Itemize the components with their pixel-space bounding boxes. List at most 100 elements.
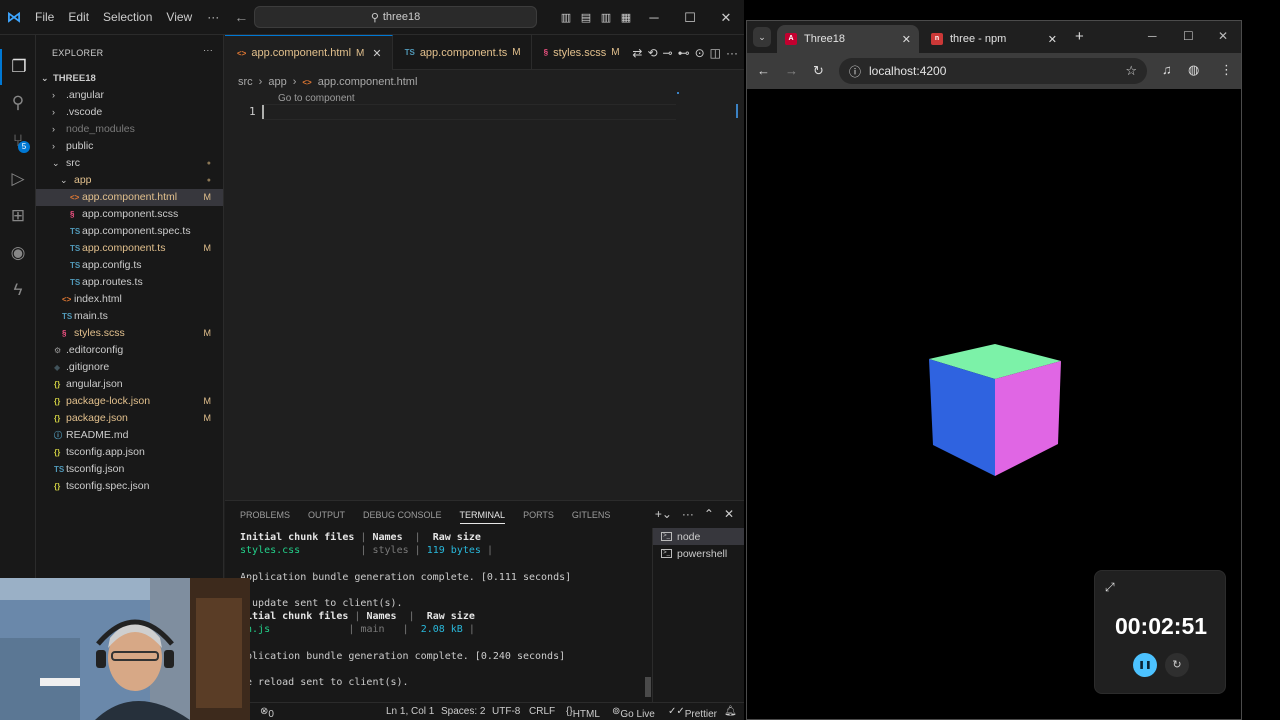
tree-item[interactable]: § styles.scss M <box>36 325 223 342</box>
terminal-session-powershell[interactable]: >_ powershell <box>653 545 744 562</box>
compare-icon[interactable]: ⇄ <box>632 46 642 60</box>
menu-file[interactable]: File <box>28 0 61 35</box>
tree-item[interactable]: ◆ .gitignore <box>36 359 223 376</box>
tree-item[interactable]: TS app.component.spec.ts <box>36 223 223 240</box>
tab-problems[interactable]: PROBLEMS <box>240 510 290 520</box>
media-controls-icon[interactable]: ♫ <box>1162 62 1172 77</box>
minimize-icon[interactable]: ─ <box>1148 29 1157 43</box>
close-window-icon[interactable]: ✕ <box>708 10 744 26</box>
git-prev-icon[interactable]: ⟲ <box>647 46 657 60</box>
tree-item[interactable]: {} package-lock.json M <box>36 393 223 410</box>
gitlens-icon[interactable]: ◉ <box>0 235 36 271</box>
encoding[interactable]: UTF-8 <box>492 706 520 717</box>
minimize-icon[interactable]: ─ <box>636 10 672 25</box>
language-mode[interactable]: {} HTML <box>566 706 600 720</box>
indentation[interactable]: Spaces: 2 <box>441 706 485 717</box>
explorer-icon[interactable]: ❐ <box>0 49 36 85</box>
tab-app-component-html[interactable]: <> app.component.html M ✕ <box>225 35 393 70</box>
tree-item[interactable]: <> app.component.html M <box>36 189 223 206</box>
close-window-icon[interactable]: ✕ <box>1218 29 1228 43</box>
terminal-session-node[interactable]: >_ node <box>653 528 744 545</box>
source-control-icon[interactable]: ⑂ 5 <box>0 123 36 159</box>
breadcrumb-file[interactable]: app.component.html <box>318 76 418 88</box>
new-terminal-icon[interactable]: +⌄ <box>655 507 672 521</box>
bookmark-star-icon[interactable]: ☆ <box>1125 63 1137 79</box>
tree-item[interactable]: › node_modules <box>36 121 223 138</box>
close-panel-icon[interactable]: ✕ <box>724 507 734 521</box>
toggle-panel-icon[interactable]: ▤ <box>576 11 596 24</box>
address-bar[interactable]: ⓘ localhost:4200 ☆ <box>839 58 1147 84</box>
new-tab-icon[interactable]: + <box>1075 28 1084 45</box>
tree-item[interactable]: § app.component.scss <box>36 206 223 223</box>
tab-output[interactable]: OUTPUT <box>308 510 345 520</box>
notifications-bell-icon[interactable]: 🔔︎ <box>724 706 737 717</box>
menu-selection[interactable]: Selection <box>96 0 159 35</box>
extensions-icon[interactable]: ⊞ <box>0 198 36 234</box>
tree-item[interactable]: TS app.config.ts <box>36 257 223 274</box>
maximize-panel-icon[interactable]: ⌃ <box>704 507 714 521</box>
end-of-line[interactable]: CRLF <box>529 706 555 717</box>
tree-item[interactable]: {} package.json M <box>36 410 223 427</box>
tree-item[interactable]: {} angular.json <box>36 376 223 393</box>
tree-item[interactable]: › .angular <box>36 87 223 104</box>
tab-ports[interactable]: PORTS <box>523 510 554 520</box>
lightning-icon[interactable]: ϟ <box>0 272 36 308</box>
menu-edit[interactable]: Edit <box>61 0 96 35</box>
more-menu-icon[interactable]: ··· <box>199 10 227 24</box>
close-tab-icon[interactable]: ✕ <box>1048 33 1057 46</box>
tree-item[interactable]: {} tsconfig.app.json <box>36 444 223 461</box>
tab-app-component-ts[interactable]: TS app.component.ts M <box>393 35 532 70</box>
terminal-scrollbar[interactable] <box>645 677 651 697</box>
tree-item[interactable]: <> index.html <box>36 291 223 308</box>
more-actions-icon[interactable]: ··· <box>726 46 738 60</box>
go-live-button[interactable]: ⊚ Go Live <box>612 706 655 720</box>
back-arrow-icon[interactable]: ← <box>227 9 255 25</box>
split-editor-icon[interactable]: ◫ <box>710 46 721 60</box>
project-root[interactable]: ⌄ THREE18 <box>36 70 223 87</box>
tree-item[interactable]: TS tsconfig.json <box>36 461 223 478</box>
reset-button[interactable]: ↻ <box>1165 653 1189 677</box>
chrome-tab-three-npm[interactable]: n three - npm ✕ <box>923 25 1065 53</box>
search-view-icon[interactable]: ⚲ <box>0 85 36 121</box>
pause-button[interactable]: ❚❚ <box>1133 653 1157 677</box>
tree-item[interactable]: ⌄ app ● <box>36 172 223 189</box>
expand-icon[interactable]: ⤢ <box>1105 580 1115 595</box>
tab-gitlens[interactable]: GITLENS <box>572 510 611 520</box>
run-debug-icon[interactable]: ▷ <box>0 161 36 197</box>
toggle-secondary-sidebar-icon[interactable]: ▥ <box>596 11 616 24</box>
explorer-more-icon[interactable]: ··· <box>203 45 213 55</box>
chrome-tab-three18[interactable]: A Three18 ✕ <box>777 25 919 53</box>
tree-item[interactable]: TS main.ts <box>36 308 223 325</box>
chrome-menu-icon[interactable]: ⋮ <box>1220 62 1233 78</box>
git-commit-icon[interactable]: ⊸ <box>663 46 673 60</box>
tree-item[interactable]: ⓘ README.md <box>36 427 223 444</box>
close-tab-icon[interactable]: ✕ <box>902 33 911 46</box>
tab-debug-console[interactable]: DEBUG CONSOLE <box>363 510 442 520</box>
toggle-sidebar-icon[interactable]: ▥ <box>556 11 576 24</box>
tree-item[interactable]: TS app.component.ts M <box>36 240 223 257</box>
profile-avatar-icon[interactable]: ◍ <box>1188 62 1199 78</box>
site-info-icon[interactable]: ⓘ <box>849 63 861 80</box>
codelens-go-to-component[interactable]: Go to component <box>278 93 355 104</box>
breadcrumb-app[interactable]: app <box>268 76 286 88</box>
more-icon[interactable]: ··· <box>682 507 694 521</box>
tree-item[interactable]: › public <box>36 138 223 155</box>
tab-styles-scss[interactable]: § styles.scss M <box>532 35 630 70</box>
terminal-output[interactable]: Initial chunk files | Names | Raw size s… <box>240 531 650 689</box>
menu-view[interactable]: View <box>159 0 199 35</box>
tree-item[interactable]: ⌄ src ● <box>36 155 223 172</box>
run-icon[interactable]: ⊙ <box>695 46 705 60</box>
tree-item[interactable]: TS app.routes.ts <box>36 274 223 291</box>
maximize-icon[interactable]: ☐ <box>1183 29 1194 43</box>
maximize-icon[interactable]: ☐ <box>672 10 708 26</box>
back-arrow-icon[interactable]: ← <box>757 63 770 78</box>
command-center-search[interactable]: ⚲ three18 <box>254 6 537 28</box>
problems-status[interactable]: ⊗ 0 <box>260 706 274 720</box>
close-tab-icon[interactable]: ✕ <box>372 47 381 60</box>
customize-layout-icon[interactable]: ▦ <box>616 11 636 24</box>
minimap-slider[interactable] <box>736 104 744 118</box>
tree-item[interactable]: ⚙ .editorconfig <box>36 342 223 359</box>
tree-item[interactable]: › .vscode <box>36 104 223 121</box>
tab-terminal[interactable]: TERMINAL <box>459 510 506 524</box>
forward-arrow-icon[interactable]: → <box>785 63 798 78</box>
